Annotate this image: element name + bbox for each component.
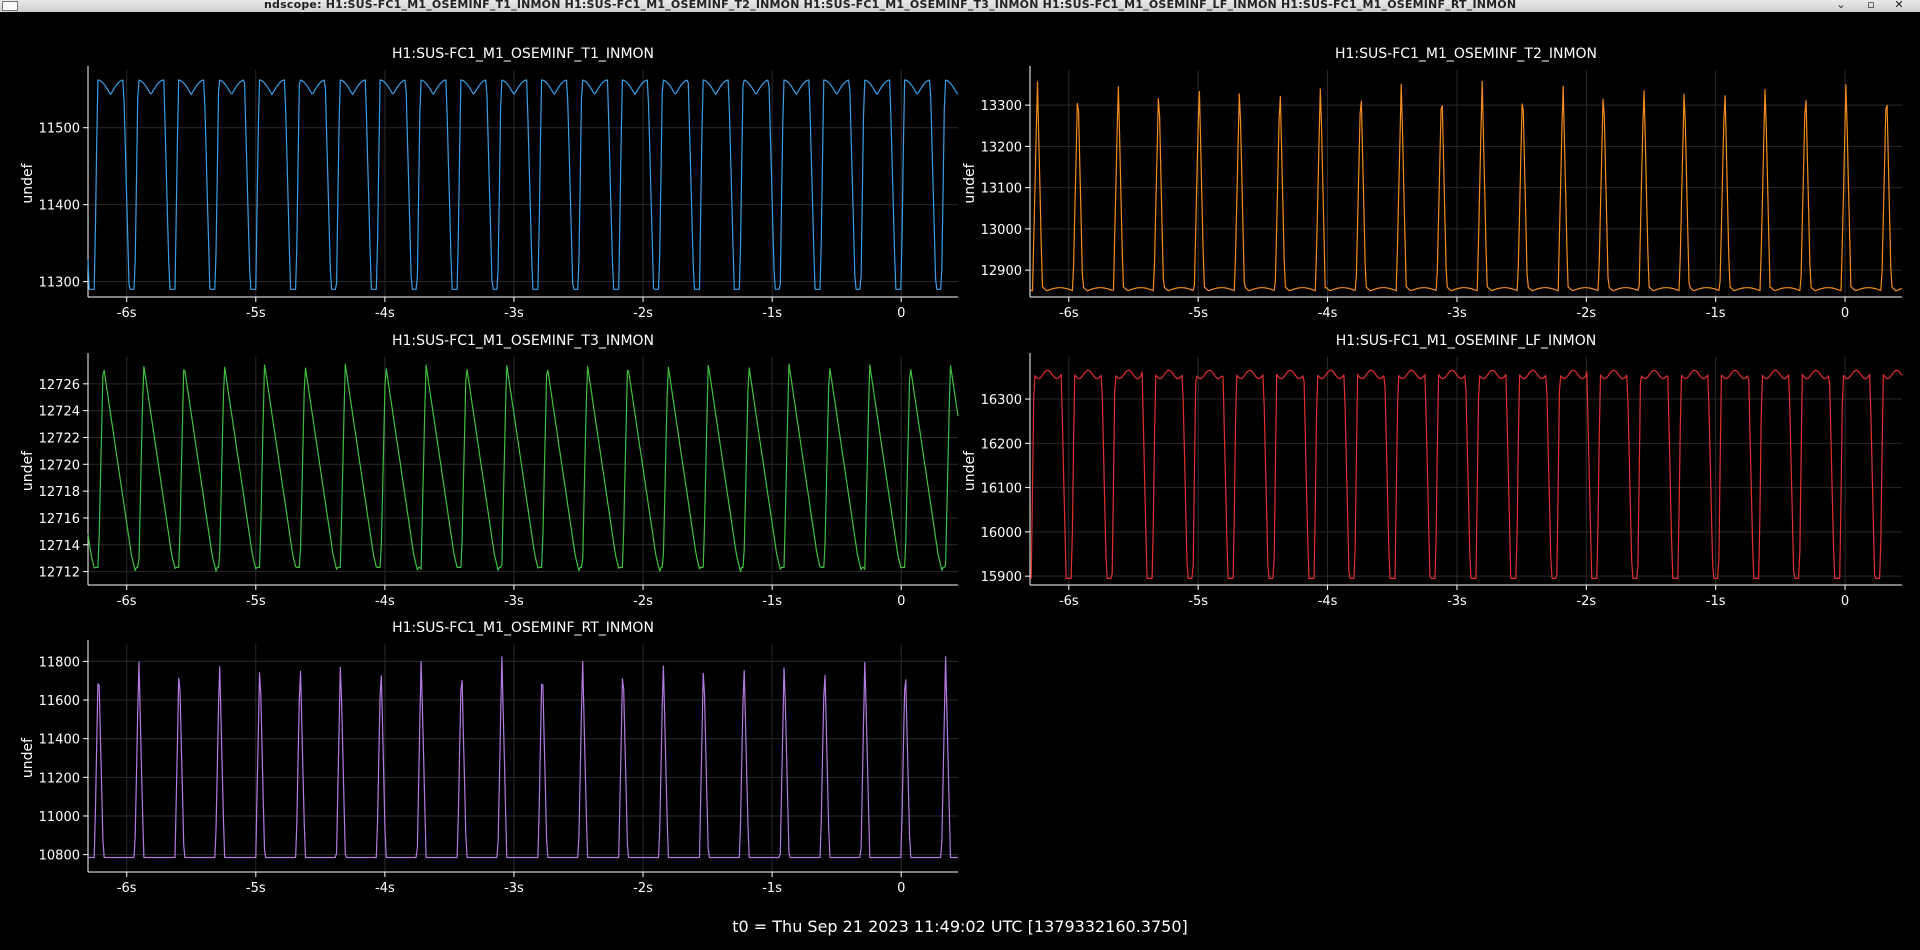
y-tick-label: 12900 <box>981 264 1022 279</box>
y-tick-label: 16100 <box>981 482 1022 497</box>
x-tick-label: -5s <box>246 306 266 321</box>
x-tick-label: -3s <box>1447 306 1467 321</box>
x-tick-label: -3s <box>504 306 524 321</box>
y-tick-label: 11600 <box>39 694 80 709</box>
y-tick-label: 16200 <box>981 437 1022 452</box>
x-tick-label: -1s <box>1706 594 1726 609</box>
y-tick-label: 12720 <box>39 458 80 473</box>
x-tick-label: 0 <box>897 306 905 321</box>
x-tick-label: -4s <box>375 306 395 321</box>
x-tick-label: -5s <box>246 594 266 609</box>
x-tick-label: 0 <box>897 881 905 896</box>
series-line <box>1029 80 1903 292</box>
series-line <box>87 79 959 290</box>
chart-title: H1:SUS-FC1_M1_OSEMINF_T2_INMON <box>1335 46 1597 62</box>
y-tick-label: 12724 <box>39 405 80 420</box>
x-tick-label: -5s <box>1188 306 1208 321</box>
x-tick-label: -5s <box>246 881 266 896</box>
y-tick-label: 11200 <box>39 771 80 786</box>
y-axis-label: undef <box>962 162 978 203</box>
chart-title: H1:SUS-FC1_M1_OSEMINF_T3_INMON <box>392 333 654 349</box>
x-tick-label: -1s <box>762 594 782 609</box>
x-tick-label: -6s <box>117 306 137 321</box>
x-tick-label: 0 <box>1841 594 1849 609</box>
chart-panel-5: H1:SUS-FC1_M1_OSEMINF_RT_INMONundef -6s -5… <box>20 620 958 896</box>
chart-panel-3: H1:SUS-FC1_M1_OSEMINF_T3_INMONundef -6s -5… <box>20 333 959 609</box>
y-tick-label: 15900 <box>981 570 1022 585</box>
y-tick-label: 11500 <box>39 122 80 137</box>
x-tick-label: -2s <box>633 594 653 609</box>
y-tick-label: 11400 <box>39 199 80 214</box>
chart-panel-1: H1:SUS-FC1_M1_OSEMINF_T1_INMONundef -6s -5… <box>20 46 959 321</box>
x-tick-label: -5s <box>1188 594 1208 609</box>
y-tick-label: 13000 <box>981 223 1022 238</box>
series-line <box>88 656 958 859</box>
y-tick-label: 12718 <box>39 485 80 500</box>
y-tick-label: 12716 <box>39 512 80 527</box>
chart-title: H1:SUS-FC1_M1_OSEMINF_LF_INMON <box>1336 333 1596 349</box>
x-tick-label: -6s <box>117 881 137 896</box>
x-tick-label: -2s <box>633 881 653 896</box>
x-tick-label: -2s <box>1576 594 1596 609</box>
x-tick-label: -1s <box>762 881 782 896</box>
x-tick-label: -6s <box>1059 594 1079 609</box>
x-tick-label: -6s <box>1059 306 1079 321</box>
y-tick-label: 13100 <box>981 182 1022 197</box>
y-tick-label: 16300 <box>981 393 1022 408</box>
y-axis-label: undef <box>20 450 36 491</box>
chart-panel-4: H1:SUS-FC1_M1_OSEMINF_LF_INMONundef -6s -5… <box>962 333 1903 609</box>
series-line <box>87 363 959 573</box>
x-tick-label: -3s <box>1447 594 1467 609</box>
y-tick-label: 13300 <box>981 99 1022 114</box>
y-tick-label: 11000 <box>39 810 80 825</box>
x-tick-label: -3s <box>504 881 524 896</box>
t0-label: t0 = Thu Sep 21 2023 11:49:02 UTC [13793… <box>732 917 1188 936</box>
chart-title: H1:SUS-FC1_M1_OSEMINF_RT_INMON <box>392 620 654 636</box>
x-tick-label: -4s <box>1318 594 1338 609</box>
x-tick-label: -4s <box>375 594 395 609</box>
x-tick-label: -4s <box>375 881 395 896</box>
x-tick-label: -4s <box>1318 306 1338 321</box>
chart-title: H1:SUS-FC1_M1_OSEMINF_T1_INMON <box>392 46 654 62</box>
y-tick-label: 12714 <box>39 539 80 554</box>
y-tick-label: 13200 <box>981 140 1022 155</box>
y-tick-label: 10800 <box>39 849 80 864</box>
y-tick-label: 16000 <box>981 526 1022 541</box>
y-tick-label: 12722 <box>39 431 80 446</box>
plot-grid: H1:SUS-FC1_M1_OSEMINF_T1_INMONundef -6s -5… <box>20 46 1903 896</box>
y-axis-label: undef <box>20 162 36 203</box>
y-tick-label: 11800 <box>39 655 80 670</box>
x-tick-label: 0 <box>1841 306 1849 321</box>
x-tick-label: -6s <box>117 594 137 609</box>
x-tick-label: -1s <box>1706 306 1726 321</box>
y-tick-label: 11400 <box>39 733 80 748</box>
y-axis-label: undef <box>20 737 36 778</box>
chart-panel-2: H1:SUS-FC1_M1_OSEMINF_T2_INMONundef -6s -5… <box>962 46 1903 321</box>
y-axis-label: undef <box>962 450 978 491</box>
x-tick-label: -2s <box>633 306 653 321</box>
x-tick-label: 0 <box>897 594 905 609</box>
series-line <box>1030 369 1903 580</box>
y-tick-label: 11300 <box>39 276 80 291</box>
x-tick-label: -3s <box>504 594 524 609</box>
y-tick-label: 12726 <box>39 378 80 393</box>
y-tick-label: 12712 <box>39 566 80 581</box>
x-tick-label: -1s <box>762 306 782 321</box>
x-tick-label: -2s <box>1576 306 1596 321</box>
